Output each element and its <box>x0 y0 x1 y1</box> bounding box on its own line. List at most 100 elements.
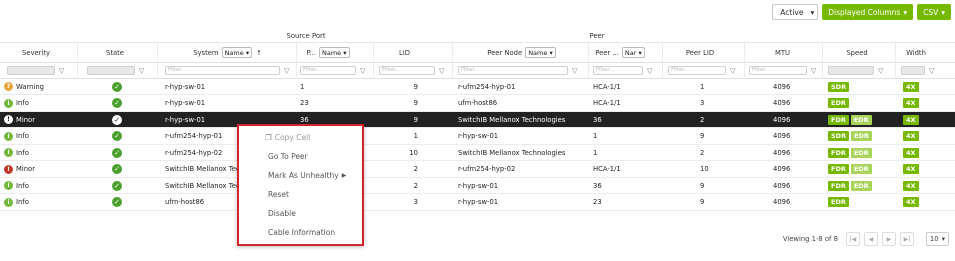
warning-icon: ? <box>4 82 13 91</box>
first-page-button[interactable]: |◀ <box>845 232 860 246</box>
col-lid[interactable]: LID <box>362 43 447 63</box>
filter-icon[interactable]: ▽ <box>284 67 289 75</box>
column-divider <box>822 43 823 79</box>
menu-item-cable-information[interactable]: Cable Information <box>268 228 335 237</box>
column-divider <box>77 43 78 79</box>
filter-icon[interactable]: ▽ <box>929 67 934 75</box>
speed-cell: SDR EDR <box>828 128 874 144</box>
filter-icon[interactable]: ▽ <box>811 67 816 75</box>
peer-lid-value: 9 <box>700 198 705 206</box>
width-badge: 4X <box>903 197 919 207</box>
speed-badge: EDR <box>828 98 849 108</box>
peer-lid-filter-input[interactable]: Filter... <box>668 66 726 75</box>
menu-item-reset[interactable]: Reset <box>268 190 289 199</box>
filter-icon[interactable]: ▽ <box>647 67 652 75</box>
column-divider <box>588 43 589 79</box>
lid-value: 9 <box>413 82 418 91</box>
mtu-filter-input[interactable]: Filter... <box>749 66 807 75</box>
filter-icon[interactable]: ▽ <box>139 67 144 75</box>
col-port[interactable]: P... Name ▾ <box>298 43 358 63</box>
check-circle-icon: ✓ <box>112 98 122 108</box>
lid-cell: 1 <box>408 128 418 144</box>
last-page-button[interactable]: ▶| <box>899 232 914 246</box>
table-row[interactable]: i Info ✓ r-hyp-sw-01 23 9 ufm-host86 HCA-1/1 3 40… <box>0 96 955 112</box>
peer-node-cell: r-ufm254-hyp-02 <box>458 161 515 177</box>
speed-badge: EDR <box>828 197 849 207</box>
peer-node-name-select[interactable]: Name ▾ <box>525 47 556 58</box>
peer-lid-value: 9 <box>700 181 705 190</box>
next-page-button[interactable]: ▶ <box>881 232 896 246</box>
speed-filter[interactable]: ▽ <box>828 63 890 79</box>
peer-port-filter-input[interactable]: Filter... <box>593 66 643 75</box>
table-row[interactable]: i Info ✓ ufm-host86 3 r-hyp-sw-01 23 9 4096 EDR 4X <box>0 195 955 211</box>
system-value: SwitchIB Mellanox Tec <box>165 181 240 190</box>
filter-icon[interactable]: ▽ <box>878 67 883 75</box>
peer-node-value: r-ufm254-hyp-02 <box>458 165 516 173</box>
mtu-cell: 4096 <box>773 95 790 111</box>
peer-lid-value: 3 <box>700 99 705 107</box>
system-cell: r-hyp-sw-01 <box>165 112 205 128</box>
column-divider <box>744 43 745 79</box>
peer-port-name-select[interactable]: Nar ▾ <box>621 47 645 58</box>
filter-icon[interactable]: ▽ <box>730 67 735 75</box>
speed-badge: FDR <box>828 180 849 191</box>
col-state[interactable]: State <box>80 43 150 63</box>
table-row[interactable]: ! Minor ✓ SwitchIB Mellanox Tec 2 r-ufm254-hy… <box>0 162 955 178</box>
prev-page-button[interactable]: ◀ <box>863 232 878 246</box>
peer-node-value: ufm-host86 <box>458 99 498 107</box>
col-peer-lid[interactable]: Peer LID <box>655 43 745 63</box>
csv-button[interactable]: CSV ▾ <box>917 4 951 20</box>
col-mtu[interactable]: MTU <box>745 43 820 63</box>
toolbar: Active ▾ Displayed Columns ▾ CSV ▾ <box>772 4 951 20</box>
width-cell: 4X <box>903 145 921 161</box>
menu-item-disable-label: Disable <box>268 209 296 218</box>
table-row[interactable]: ? Warning ✓ r-hyp-sw-01 1 9 r-ufm254-hyp-01 HCA… <box>0 79 955 95</box>
peer-node-cell: r-ufm254-hyp-01 <box>458 79 515 95</box>
port-filter-input[interactable]: Filter... <box>300 66 356 75</box>
table-row[interactable]: i Info ✓ r-ufm254-hyp-01 1 r-hyp-sw-01 1 9 4096 S… <box>0 129 955 145</box>
sort-asc-icon[interactable]: ↑ <box>256 49 262 57</box>
port-name-select[interactable]: Name ▾ <box>319 47 350 58</box>
copy-icon: ❐ <box>265 133 272 142</box>
mtu-cell: 4096 <box>773 79 790 95</box>
col-speed[interactable]: Speed <box>823 43 891 63</box>
width-filter[interactable]: ▽ <box>901 63 941 79</box>
page-size-select[interactable]: 10 ▾ <box>925 232 949 246</box>
peer-lid-filter[interactable]: Filter... ▽ <box>668 63 743 79</box>
table-row[interactable]: i Info ✓ r-ufm254-hyp-02 10 SwitchIB Mellanox… <box>0 145 955 161</box>
col-peer-port[interactable]: Peer ... Nar ▾ <box>590 43 650 63</box>
col-severity[interactable]: Severity <box>0 43 72 63</box>
status-filter-select[interactable]: Active ▾ <box>772 4 819 20</box>
filter-icon[interactable]: ▽ <box>572 67 577 75</box>
table-row[interactable]: i Info ✓ SwitchIB Mellanox Tec 2 r-hyp-sw-01 3… <box>0 178 955 194</box>
system-filter-input[interactable]: Filter... <box>165 66 280 75</box>
peer-port-cell: 1 <box>593 128 597 144</box>
menu-item-mark-unhealthy[interactable]: Mark As Unhealthy ▶ <box>268 171 346 180</box>
peer-node-filter[interactable]: Filter... ▽ <box>458 63 583 79</box>
severity-filter[interactable]: ▽ <box>7 63 75 79</box>
port-filter[interactable]: Filter... ▽ <box>300 63 370 79</box>
lid-filter-input[interactable]: Filter... <box>379 66 435 75</box>
filter-icon[interactable]: ▽ <box>360 67 365 75</box>
mtu-filter[interactable]: Filter... ▽ <box>749 63 821 79</box>
system-name-select[interactable]: Name ▾ <box>221 47 253 58</box>
menu-item-copy-cell[interactable]: ❐ Copy Cell <box>265 133 310 142</box>
speed-cell: FDR EDR <box>828 178 874 194</box>
peer-port-filter[interactable]: Filter... ▽ <box>593 63 658 79</box>
lid-cell: 10 <box>408 145 418 161</box>
col-system[interactable]: System Name ▾ ↑ <box>160 43 295 63</box>
filter-icon[interactable]: ▽ <box>59 67 64 75</box>
menu-item-disable[interactable]: Disable <box>268 209 296 218</box>
col-width[interactable]: Width <box>895 43 937 63</box>
filter-icon[interactable]: ▽ <box>439 67 444 75</box>
lid-value: 2 <box>413 165 418 173</box>
col-peer-node[interactable]: Peer Node Name ▾ <box>455 43 588 63</box>
width-badge: 4X <box>903 147 919 158</box>
peer-node-filter-input[interactable]: Filter... <box>458 66 568 75</box>
table-row[interactable]: ! Minor ✓ r-hyp-sw-01 36 9 SwitchIB Mellanox T… <box>0 112 955 128</box>
system-filter[interactable]: Filter... ▽ <box>165 63 295 79</box>
menu-item-go-to-peer[interactable]: Go To Peer <box>268 152 308 161</box>
state-filter[interactable]: ▽ <box>87 63 153 79</box>
displayed-columns-button[interactable]: Displayed Columns ▾ <box>822 4 914 20</box>
lid-filter[interactable]: Filter... ▽ <box>379 63 449 79</box>
